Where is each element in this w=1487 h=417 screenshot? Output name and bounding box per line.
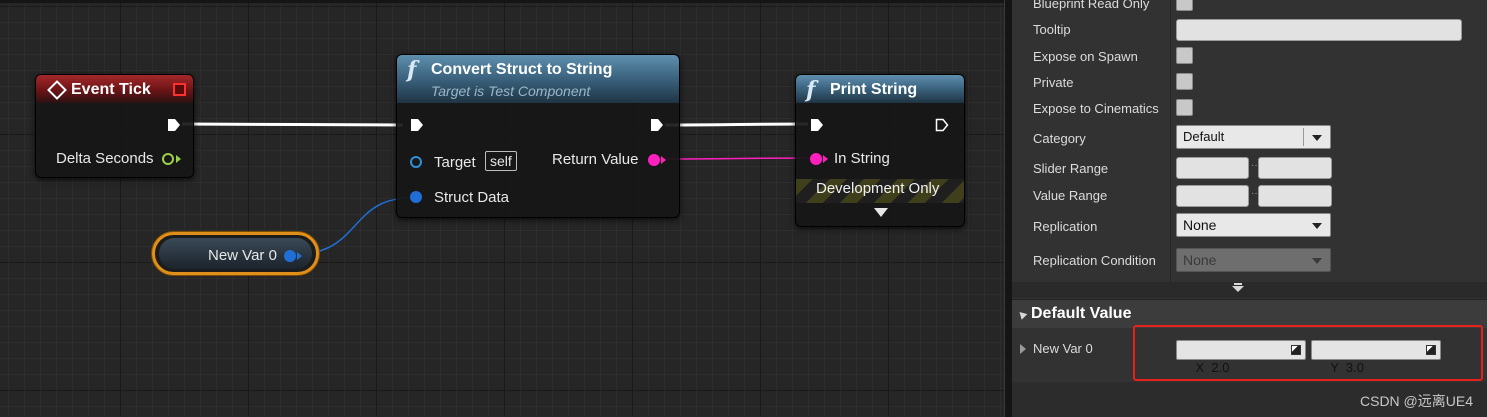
- replication-condition-label: Replication Condition: [1033, 253, 1156, 268]
- range-separator: ··: [1251, 188, 1258, 199]
- struct-data-label: Struct Data: [434, 189, 510, 206]
- convert-struct-header: f Convert Struct to String Target is Tes…: [397, 55, 679, 103]
- category-dropdown[interactable]: Default: [1176, 125, 1331, 149]
- exec-in-pin-icon[interactable]: [410, 118, 424, 132]
- slider-range-label: Slider Range: [1033, 161, 1109, 176]
- default-var-name: New Var 0: [1033, 341, 1093, 356]
- blueprint-read-only-checkbox[interactable]: [1176, 0, 1193, 11]
- value-range-min-input[interactable]: [1176, 185, 1249, 207]
- expand-advanced-icon[interactable]: [874, 208, 888, 217]
- chevron-down-icon: [1312, 223, 1322, 229]
- convert-struct-node[interactable]: f Convert Struct to String Target is Tes…: [396, 54, 680, 218]
- replication-condition-dropdown: None: [1176, 248, 1331, 272]
- range-separator: ··: [1251, 160, 1258, 171]
- blueprint-read-only-label: Blueprint Read Only: [1033, 0, 1150, 11]
- replication-dropdown[interactable]: None: [1176, 213, 1331, 237]
- replication-value: None: [1183, 217, 1217, 233]
- slider-range-min-input[interactable]: [1176, 157, 1249, 179]
- variable-getter-label: New Var 0: [208, 247, 277, 264]
- panel-splitter[interactable]: [1004, 0, 1012, 417]
- default-value-section-header[interactable]: Default Value: [1012, 299, 1487, 328]
- exec-out-pin-icon[interactable]: [167, 118, 181, 132]
- event-tick-header: Event Tick: [36, 75, 193, 103]
- column-divider: [1170, 0, 1171, 296]
- event-tick-node[interactable]: Event Tick Delta Seconds: [35, 74, 194, 178]
- function-icon: f: [407, 57, 417, 83]
- expose-to-cinematics-checkbox[interactable]: [1176, 99, 1193, 116]
- default-value-title: Default Value: [1031, 305, 1132, 322]
- in-string-label: In String: [834, 150, 890, 167]
- chevron-down-icon: [1312, 135, 1322, 141]
- target-pin[interactable]: [410, 156, 422, 168]
- exec-in-pin-icon[interactable]: [810, 118, 824, 132]
- private-checkbox[interactable]: [1176, 73, 1193, 90]
- delta-seconds-pin[interactable]: [162, 153, 174, 165]
- expanded-arrow-icon: [1016, 309, 1028, 320]
- function-icon: f: [806, 77, 816, 103]
- float-pin-arrow-icon: [176, 155, 181, 163]
- tooltip-input[interactable]: [1176, 19, 1462, 41]
- string-pin-arrow-icon: [823, 155, 828, 163]
- string-wire: [659, 157, 813, 160]
- exec-wire-convert-to-print: [664, 122, 809, 127]
- value-range-label: Value Range: [1033, 188, 1108, 203]
- struct-pin-arrow-icon: [297, 252, 302, 260]
- category-label: Category: [1033, 131, 1086, 146]
- tooltip-label: Tooltip: [1033, 22, 1071, 37]
- struct-data-pin[interactable]: [410, 191, 422, 203]
- expose-on-spawn-label: Expose on Spawn: [1033, 49, 1138, 64]
- return-value-pin[interactable]: [648, 154, 660, 166]
- development-only-label: Development Only: [816, 180, 940, 197]
- expand-row-icon[interactable]: [1020, 344, 1026, 354]
- variable-output-pin[interactable]: [284, 250, 296, 262]
- target-label: Target: [434, 154, 476, 171]
- exec-out-pin-icon[interactable]: [650, 118, 664, 132]
- convert-struct-subtitle: Target is Test Component: [431, 83, 591, 99]
- print-string-title: Print String: [830, 81, 918, 98]
- category-value: Default: [1183, 129, 1225, 144]
- expose-on-spawn-checkbox[interactable]: [1176, 47, 1193, 64]
- return-value-label: Return Value: [552, 151, 639, 168]
- print-string-node[interactable]: f Print String In String Development Onl…: [795, 74, 965, 227]
- chevron-down-icon: [1232, 286, 1244, 292]
- blueprint-graph[interactable]: Event Tick Delta Seconds f Convert Struc…: [0, 0, 1004, 417]
- target-self-field[interactable]: self: [485, 151, 517, 171]
- string-pin-arrow-icon: [661, 156, 666, 164]
- replication-condition-value: None: [1183, 252, 1217, 268]
- advanced-collapse-bar[interactable]: [1012, 282, 1487, 298]
- exec-wire-tick-to-convert: [181, 122, 404, 127]
- convert-struct-title: Convert Struct to String: [431, 61, 613, 78]
- replication-label: Replication: [1033, 219, 1098, 234]
- delta-seconds-label: Delta Seconds: [56, 150, 154, 167]
- chevron-down-icon: [1312, 258, 1322, 264]
- annotation-highlight-box: [1133, 325, 1483, 381]
- slider-range-max-input[interactable]: [1258, 157, 1332, 179]
- combo-separator: [1303, 128, 1304, 146]
- event-tick-title: Event Tick: [71, 81, 151, 98]
- variable-getter-node[interactable]: New Var 0: [152, 232, 319, 275]
- event-diamond-icon: [47, 80, 67, 100]
- private-label: Private: [1033, 75, 1074, 90]
- in-string-pin[interactable]: [810, 153, 822, 165]
- print-string-header: f Print String: [796, 75, 964, 103]
- exec-out-pin-hollow-icon[interactable]: [935, 118, 949, 132]
- expose-to-cinematics-label: Expose to Cinematics: [1033, 101, 1159, 116]
- watermark-text: CSDN @远离UE4: [1360, 393, 1474, 409]
- collapse-line-icon: [1234, 283, 1242, 285]
- latent-indicator-icon: [173, 83, 186, 96]
- value-range-max-input[interactable]: [1258, 185, 1332, 207]
